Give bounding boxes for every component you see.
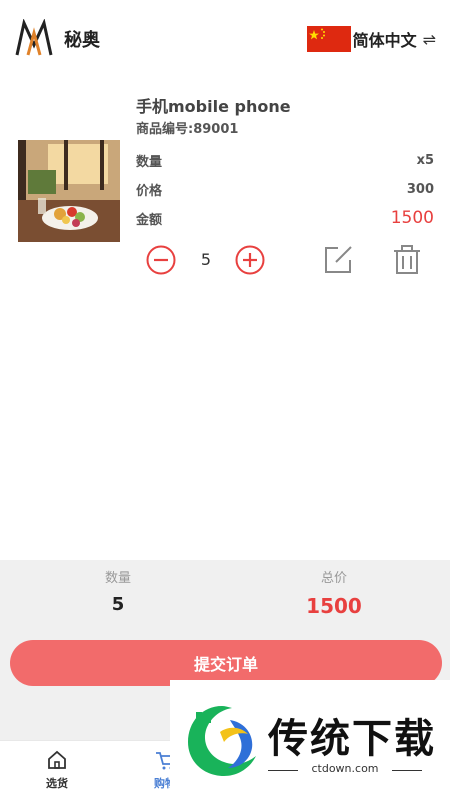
summary-total-value: 1500 bbox=[306, 594, 362, 618]
watermark-rule-right bbox=[392, 770, 422, 771]
home-icon bbox=[48, 750, 66, 769]
summary-quantity: 数量 5 bbox=[58, 570, 178, 615]
price-value: 300 bbox=[406, 181, 434, 197]
amount-label: 金额 bbox=[136, 212, 163, 228]
amount-value: 1500 bbox=[390, 208, 434, 228]
summary-total-label: 总价 bbox=[320, 571, 347, 586]
quantity-row: 数量 x5 bbox=[136, 150, 434, 170]
summary-quantity-value: 5 bbox=[111, 594, 125, 615]
amount-row: 金额 1500 bbox=[136, 208, 434, 228]
item-controls: 5 bbox=[0, 244, 450, 278]
minus-icon[interactable] bbox=[145, 244, 177, 276]
edit-icon[interactable] bbox=[322, 244, 354, 276]
language-switcher[interactable]: 简体中文 ⇌ bbox=[306, 26, 436, 52]
quantity-label: 数量 bbox=[136, 154, 163, 170]
price-label: 价格 bbox=[136, 183, 163, 199]
watermark: 传统下载 ctdown.com bbox=[170, 680, 450, 800]
summary-quantity-label: 数量 bbox=[104, 571, 131, 586]
product-name: 手机mobile phone bbox=[136, 97, 291, 116]
watermark-logo bbox=[188, 706, 256, 776]
language-label: 简体中文 bbox=[352, 31, 417, 50]
trash-icon[interactable] bbox=[391, 244, 423, 276]
plus-icon[interactable] bbox=[234, 244, 266, 276]
product-image bbox=[18, 140, 120, 242]
brand-name: 秘奥 bbox=[64, 30, 100, 51]
product-code: 商品编号:89001 bbox=[136, 122, 239, 137]
china-flag-icon bbox=[306, 26, 351, 52]
watermark-text: 传统下载 bbox=[268, 716, 436, 762]
quantity-stepper-value: 5 bbox=[200, 250, 212, 269]
watermark-url: ctdown.com bbox=[311, 762, 379, 775]
quantity-value: x5 bbox=[416, 152, 434, 168]
app-header: 秘奥 简体中文 ⇌ bbox=[0, 0, 450, 78]
price-row: 价格 300 bbox=[136, 179, 434, 199]
tab-shop[interactable]: 选货 bbox=[17, 749, 97, 791]
tab-shop-label: 选货 bbox=[46, 777, 68, 790]
cart-item: 手机mobile phone 商品编号:89001 数量 x5 价格 300 金… bbox=[0, 88, 450, 288]
item-info: 手机mobile phone 商品编号:89001 数量 x5 价格 300 金… bbox=[136, 96, 434, 228]
summary-total: 总价 1500 bbox=[274, 570, 394, 618]
swap-icon: ⇌ bbox=[422, 29, 436, 49]
brand-logo bbox=[15, 19, 53, 56]
